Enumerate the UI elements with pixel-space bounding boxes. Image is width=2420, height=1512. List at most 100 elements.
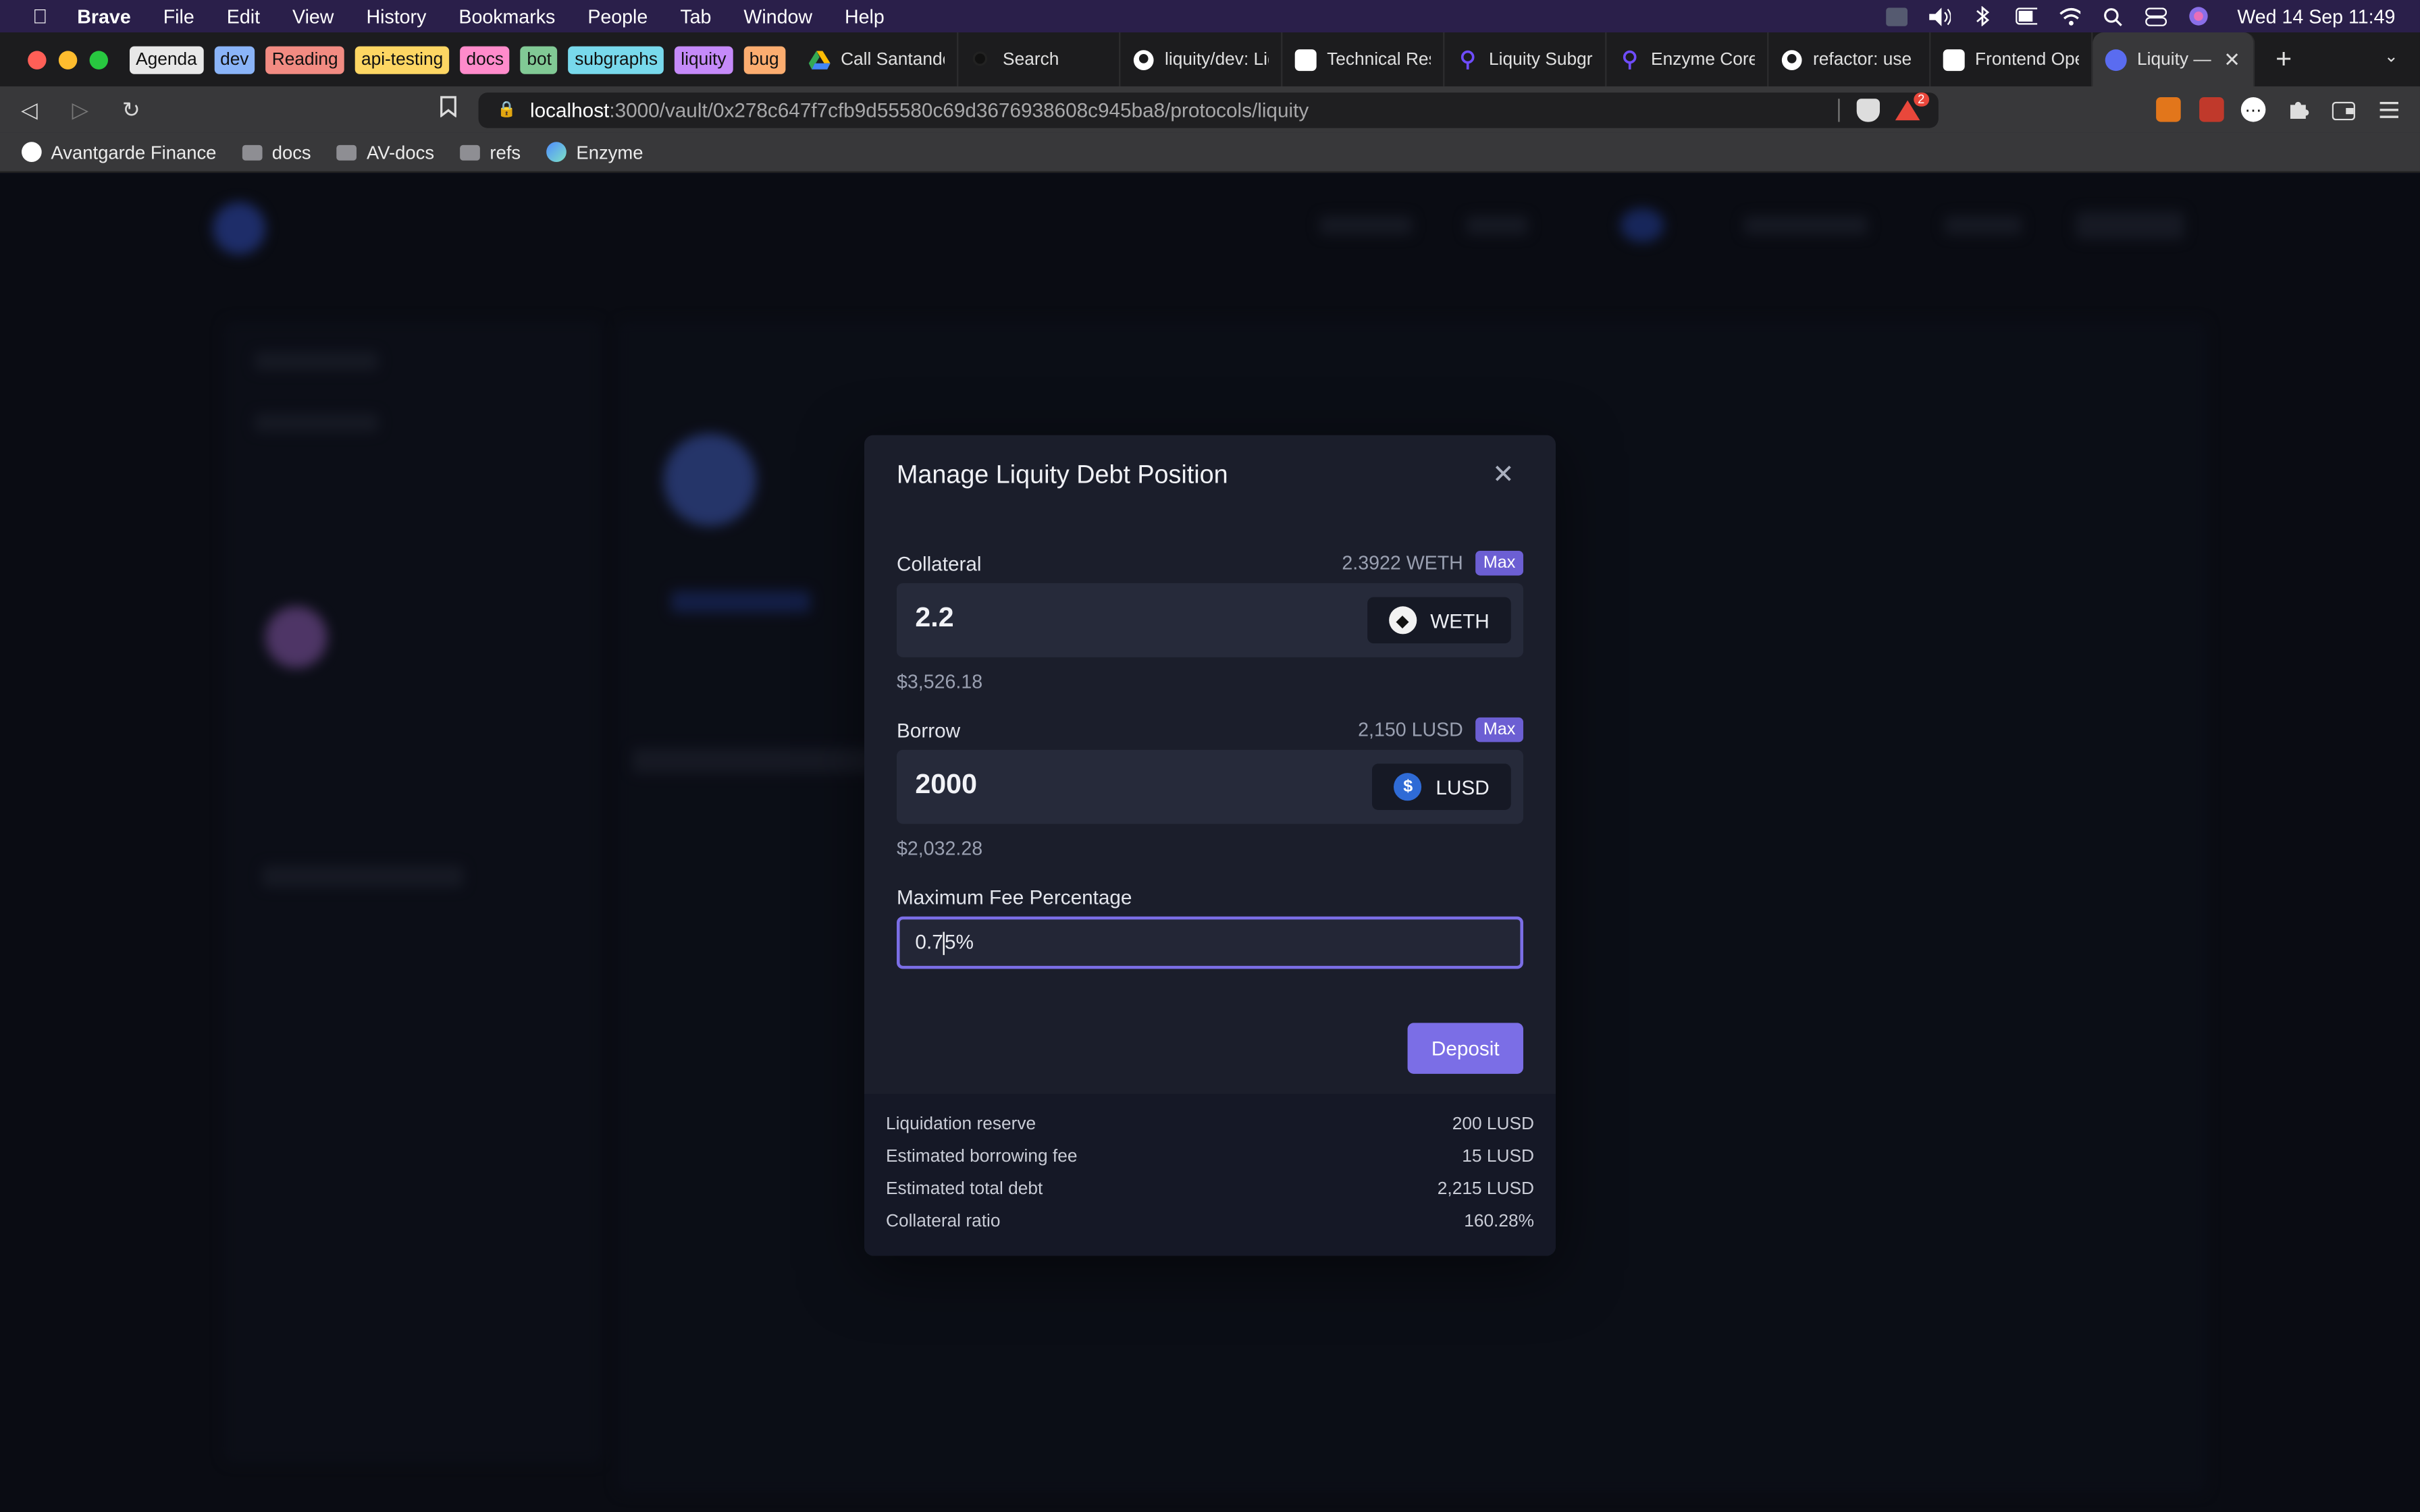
puzzle-icon[interactable] xyxy=(2286,97,2311,122)
bookmark-label: AV-docs xyxy=(366,141,435,163)
enzyme-icon xyxy=(546,142,567,162)
tab-group-docs[interactable]: docs xyxy=(460,45,510,74)
tab-call-santander[interactable]: Call Santander xyxy=(796,32,958,86)
minimize-window-button[interactable] xyxy=(58,50,78,69)
tab-group-dev[interactable]: dev xyxy=(213,45,255,74)
bluetooth-icon[interactable] xyxy=(1972,6,1993,26)
menu-view[interactable]: View xyxy=(292,5,334,27)
tab-label: refactor: use rl xyxy=(1813,50,1917,69)
github-icon xyxy=(1781,49,1802,70)
borrow-token-select[interactable]: $ LUSD xyxy=(1372,763,1511,810)
tab-label: Call Santander xyxy=(841,50,944,69)
reload-button[interactable]: ↻ xyxy=(109,97,153,123)
github-icon xyxy=(20,142,42,162)
bookmark-refs[interactable]: refs xyxy=(459,141,521,163)
lock-icon[interactable]: 🔒 xyxy=(497,102,516,119)
summary-row: Liquidation reserve 200 LUSD xyxy=(886,1114,1534,1146)
borrow-amount-input[interactable]: 2000 $ LUSD xyxy=(896,749,1523,824)
forward-button[interactable]: ▷ xyxy=(59,97,102,123)
menu-app-brave[interactable]: Brave xyxy=(77,5,130,27)
menu-people[interactable]: People xyxy=(587,5,648,27)
bookmarks-bar: Avantgarde Finance docs AV-docs refs Enz… xyxy=(0,132,2420,173)
google-drive-icon xyxy=(808,49,831,70)
collateral-token-select[interactable]: ◆ WETH xyxy=(1367,597,1511,644)
menu-help[interactable]: Help xyxy=(845,5,885,27)
zoom-window-button[interactable] xyxy=(89,50,108,69)
tab-label: Liquity Subgra xyxy=(1489,50,1593,69)
tab-enzyme-core[interactable]: Enzyme Core D xyxy=(1606,32,1768,86)
tab-liquity-active[interactable]: Liquity — I ✕ xyxy=(2092,32,2255,86)
tab-group-reading[interactable]: Reading xyxy=(265,45,344,74)
tab-technical-resources[interactable]: Technical Reso xyxy=(1282,32,1444,86)
menu-icon[interactable] xyxy=(2377,97,2402,122)
tab-label: Enzyme Core D xyxy=(1651,50,1754,69)
collateral-balance: 2.3922 WETH xyxy=(1342,552,1463,574)
collateral-max-button[interactable]: Max xyxy=(1475,550,1523,576)
extension-icon[interactable] xyxy=(2199,97,2224,122)
apple-icon[interactable]:  xyxy=(28,5,53,28)
close-window-button[interactable] xyxy=(28,50,47,69)
bookmark-docs[interactable]: docs xyxy=(241,141,311,163)
ethereum-icon: ◆ xyxy=(1388,606,1417,634)
collateral-label: Collateral xyxy=(896,552,982,576)
tab-group-api-testing[interactable]: api-testing xyxy=(354,45,450,74)
app-status-icon[interactable] xyxy=(1885,7,1908,26)
back-button[interactable]: ◁ xyxy=(7,97,51,123)
menu-bookmarks[interactable]: Bookmarks xyxy=(458,5,555,27)
bookmark-label: docs xyxy=(271,141,311,163)
siri-icon[interactable] xyxy=(2188,7,2209,26)
close-tab-icon[interactable]: ✕ xyxy=(2224,47,2240,72)
summary-row: Estimated total debt 2,215 LUSD xyxy=(886,1179,1534,1211)
tab-group-bot[interactable]: bot xyxy=(521,45,558,74)
manage-debt-modal: Manage Liquity Debt Position ✕ Collatera… xyxy=(864,435,1556,1256)
brave-rewards-icon[interactable]: 2 xyxy=(1895,92,1930,122)
bookmark-avantgarde-finance[interactable]: Avantgarde Finance xyxy=(20,141,216,163)
tab-search[interactable]: Search xyxy=(958,32,1120,86)
menu-history[interactable]: History xyxy=(366,5,426,27)
borrow-max-button[interactable]: Max xyxy=(1475,717,1523,742)
collateral-amount-input[interactable]: 2.2 ◆ WETH xyxy=(896,583,1523,657)
max-fee-label: Maximum Fee Percentage xyxy=(896,885,1132,909)
max-fee-input[interactable]: 0.7 5% xyxy=(896,916,1523,969)
bookmark-enzyme[interactable]: Enzyme xyxy=(546,141,643,163)
borrow-label: Borrow xyxy=(896,719,961,742)
new-tab-button[interactable]: + xyxy=(2263,43,2303,76)
tab-group-subgraphs[interactable]: subgraphs xyxy=(569,45,664,74)
summary-value: 160.28% xyxy=(1464,1212,1534,1231)
summary-row: Estimated borrowing fee 15 LUSD xyxy=(886,1146,1534,1179)
wallet-icon[interactable] xyxy=(2330,97,2355,122)
menu-file[interactable]: File xyxy=(163,5,194,27)
control-center-icon[interactable] xyxy=(2145,7,2167,26)
status-menu-area: Wed 14 Sep 11:49 xyxy=(1885,0,2395,32)
wifi-icon[interactable] xyxy=(2058,7,2080,25)
borrow-amount-value[interactable]: 2000 xyxy=(915,768,977,801)
menu-tab[interactable]: Tab xyxy=(680,5,711,27)
spotlight-search-icon[interactable] xyxy=(2101,7,2123,26)
menubar-clock[interactable]: Wed 14 Sep 11:49 xyxy=(2237,5,2395,27)
tab-search-chevron-icon[interactable]: ⌄ xyxy=(2384,47,2398,66)
collateral-usd-value: $3,526.18 xyxy=(896,671,983,693)
volume-icon[interactable] xyxy=(1928,7,1951,26)
tab-label: liquity/dev: Liq xyxy=(1165,50,1269,69)
bookmark-icon[interactable] xyxy=(440,96,458,119)
metamask-icon[interactable] xyxy=(2156,97,2181,122)
fee-value-before-caret: 0.7 xyxy=(915,930,943,954)
menu-window[interactable]: Window xyxy=(743,5,812,27)
tab-frontend-operations[interactable]: Frontend Oper xyxy=(1930,32,2093,86)
brave-shields-icon[interactable] xyxy=(1856,99,1880,122)
menu-edit[interactable]: Edit xyxy=(227,5,260,27)
deposit-button[interactable]: Deposit xyxy=(1407,1023,1523,1074)
tab-liquity-subgraph[interactable]: Liquity Subgra xyxy=(1444,32,1606,86)
tab-group-liquity[interactable]: liquity xyxy=(675,45,733,74)
battery-icon[interactable] xyxy=(2015,7,2037,25)
bookmark-av-docs[interactable]: AV-docs xyxy=(336,141,434,163)
close-icon[interactable]: ✕ xyxy=(1491,461,1516,488)
more-extensions-icon[interactable]: ⋯ xyxy=(2240,97,2266,122)
address-bar[interactable]: 🔒 localhost:3000/vault/0x278c647f7cfb9d5… xyxy=(478,92,1939,128)
tab-group-bug[interactable]: bug xyxy=(743,45,785,74)
tab-group-agenda[interactable]: Agenda xyxy=(129,45,203,74)
tab-liquity-dev[interactable]: liquity/dev: Liq xyxy=(1120,32,1282,86)
bookmark-label: Enzyme xyxy=(576,141,643,163)
tab-refactor[interactable]: refactor: use rl xyxy=(1768,32,1930,86)
collateral-amount-value[interactable]: 2.2 xyxy=(915,601,953,634)
